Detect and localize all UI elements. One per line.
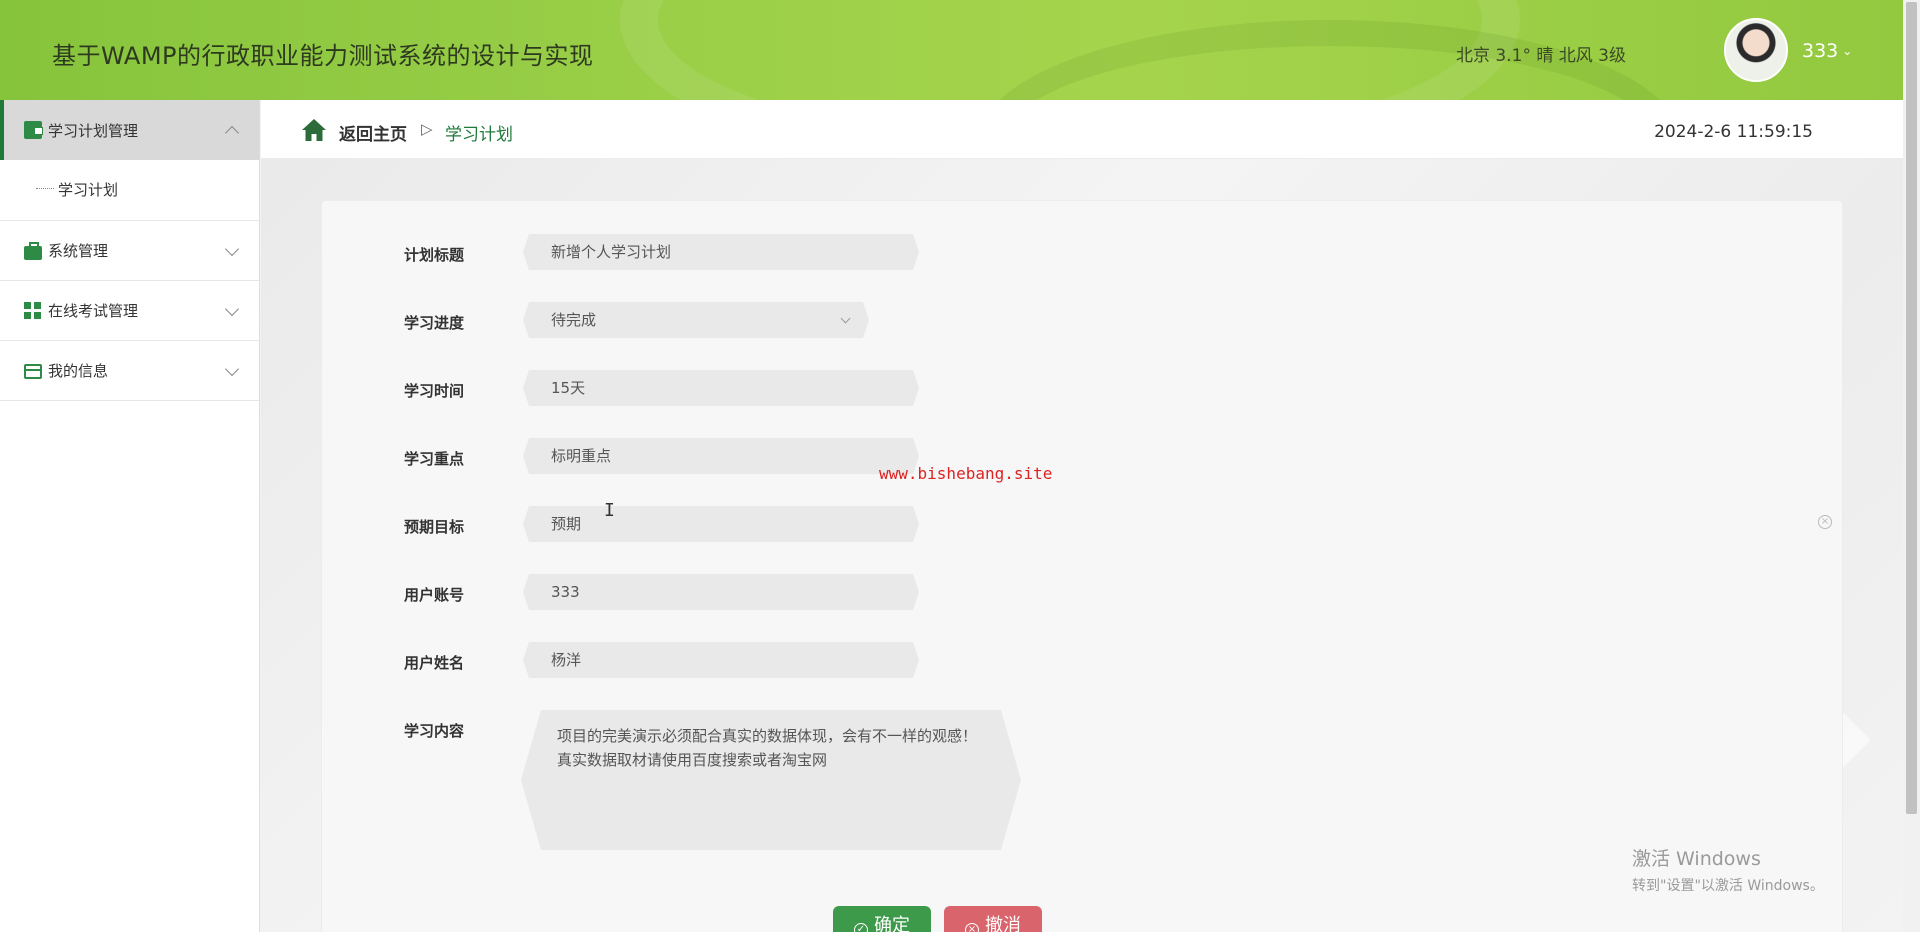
content-label: 学习内容 xyxy=(403,722,464,740)
focus-input[interactable]: 标明重点 xyxy=(523,438,919,474)
datetime: 2024-2-6 11:59:15 xyxy=(1654,122,1813,142)
main-content: 返回主页 ▷ 学习计划 2024-2-6 11:59:15 xyxy=(261,100,1903,932)
sidebar-item-label: 学习计划管理 xyxy=(48,121,139,140)
avatar[interactable] xyxy=(1724,18,1788,82)
confirm-button[interactable]: ✓ 确定 xyxy=(833,906,931,932)
sidebar-group-my-info: 我的信息 xyxy=(0,341,259,401)
username: 333 xyxy=(1802,40,1839,62)
name-label: 用户姓名 xyxy=(403,654,464,672)
plan-title-label: 计划标题 xyxy=(403,246,464,264)
sidebar-group-system: 系统管理 xyxy=(0,221,259,281)
progress-label: 学习进度 xyxy=(403,314,464,332)
watermark-text: www.bishebang.site xyxy=(879,464,1053,483)
breadcrumb-separator: ▷ xyxy=(421,120,433,138)
chevron-down-icon xyxy=(224,301,240,316)
text-cursor-icon: I xyxy=(604,500,615,521)
duration-label: 学习时间 xyxy=(403,382,464,400)
card-icon xyxy=(24,364,42,379)
vertical-scrollbar[interactable] xyxy=(1903,0,1920,932)
sidebar-item-system-management[interactable]: 系统管理 xyxy=(0,221,259,280)
goal-label: 预期目标 xyxy=(403,518,464,536)
progress-select[interactable]: 待完成 xyxy=(523,302,869,338)
sidebar-item-my-info[interactable]: 我的信息 xyxy=(0,341,259,400)
clear-icon[interactable]: × xyxy=(1818,515,1832,529)
sidebar-item-online-exam-management[interactable]: 在线考试管理 xyxy=(0,281,259,340)
weather-info: 北京 3.1° 晴 北风 3级 xyxy=(1456,46,1626,66)
sidebar-item-label: 我的信息 xyxy=(48,362,109,380)
submenu: 学习计划 xyxy=(0,160,259,220)
account-input[interactable]: 333 xyxy=(523,574,919,610)
breadcrumb: 返回主页 ▷ 学习计划 2024-2-6 11:59:15 xyxy=(261,100,1903,159)
chevron-down-icon xyxy=(224,361,240,376)
goal-input[interactable]: 预期 xyxy=(523,506,919,542)
home-icon[interactable] xyxy=(301,118,327,142)
sidebar-subitem-study-plan[interactable]: 学习计划 xyxy=(34,179,118,200)
close-circle-icon: × xyxy=(965,923,979,932)
cancel-button[interactable]: × 撤消 xyxy=(944,906,1042,932)
chevron-up-icon xyxy=(224,125,240,141)
chevron-down-icon xyxy=(224,241,240,256)
plan-title-input[interactable]: 新增个人学习计划 xyxy=(523,234,919,270)
content-textarea[interactable]: 项目的完美演示必须配合真实的数据体现，会有不一样的观感！真实数据取材请使用百度搜… xyxy=(521,710,1021,850)
name-input[interactable]: 杨洋 xyxy=(523,642,919,678)
sidebar-group-exam: 在线考试管理 xyxy=(0,281,259,341)
cancel-label: 撤消 xyxy=(985,915,1021,932)
activation-title: 激活 Windows xyxy=(1632,848,1761,870)
progress-value: 待完成 xyxy=(551,311,597,329)
sidebar-item-label: 在线考试管理 xyxy=(48,302,139,320)
check-circle-icon: ✓ xyxy=(854,923,868,932)
sidebar: 学习计划管理 学习计划 系统管理 在线考试管理 我的信息 xyxy=(0,100,260,932)
sidebar-item-label: 系统管理 xyxy=(48,242,109,260)
activation-subtitle: 转到"设置"以激活 Windows。 xyxy=(1632,878,1824,894)
chevron-down-icon: ⌄ xyxy=(1842,44,1853,58)
breadcrumb-current: 学习计划 xyxy=(445,125,513,145)
breadcrumb-home-link[interactable]: 返回主页 xyxy=(339,120,407,145)
top-header: 基于WAMP的行政职业能力测试系统的设计与实现 北京 3.1° 晴 北风 3级 … xyxy=(0,0,1903,100)
scrollbar-thumb[interactable] xyxy=(1906,2,1917,814)
briefcase-icon xyxy=(24,241,42,260)
app-title: 基于WAMP的行政职业能力测试系统的设计与实现 xyxy=(52,42,594,70)
user-menu[interactable]: 333 ⌄ xyxy=(1802,40,1852,62)
sidebar-group-study-plan: 学习计划管理 学习计划 xyxy=(0,100,259,221)
focus-label: 学习重点 xyxy=(403,450,464,468)
sidebar-item-study-plan-management[interactable]: 学习计划管理 xyxy=(0,100,259,160)
confirm-label: 确定 xyxy=(874,915,910,932)
wallet-icon xyxy=(24,121,43,139)
account-label: 用户账号 xyxy=(403,586,464,604)
windows-activation-notice: 激活 Windows 转到"设置"以激活 Windows。 xyxy=(1632,844,1824,895)
duration-input[interactable]: 15天 xyxy=(523,370,919,406)
grid-icon xyxy=(24,301,42,320)
